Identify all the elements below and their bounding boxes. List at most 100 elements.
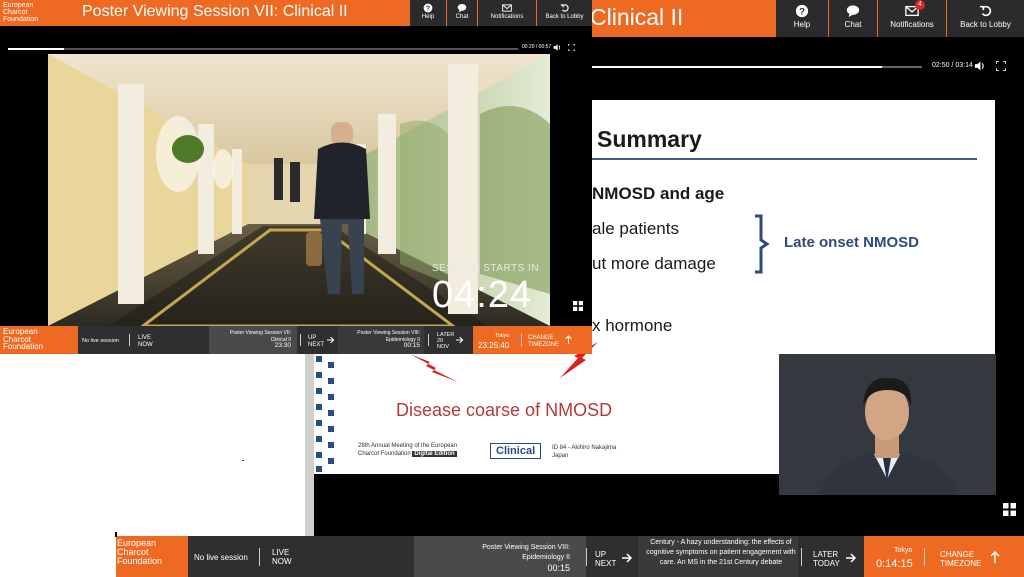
timezone-city: Tokyo xyxy=(495,333,510,339)
next-session-title: Poster Viewing Session VIII: xyxy=(357,330,420,336)
poster-preview: Disease coarse of NMOSD 28th Annual Meet… xyxy=(314,354,780,474)
nav-label: Chat xyxy=(455,14,469,20)
live-now-line: LIVE xyxy=(138,335,152,341)
fg-video-time: 00:20 / 00:57 xyxy=(522,44,552,50)
session-starts-label: SESSION STARTS IN xyxy=(432,263,540,274)
arrow-right-icon[interactable] xyxy=(622,553,633,563)
arrow-right-icon[interactable] xyxy=(327,336,335,344)
fg-page-title: Poster Viewing Session VII: Clinical II xyxy=(82,3,348,20)
poster-footer: 28th Annual Meeting of the European Char… xyxy=(358,442,457,458)
bg-logo: European Charcot Foundation xyxy=(116,536,188,577)
poster-footer-line: 28th Annual Meeting of the European xyxy=(358,443,458,449)
volume-icon[interactable] xyxy=(974,61,985,71)
bg-video-player[interactable]: 02:50 / 03:14 xyxy=(592,37,1024,100)
help-icon: ? xyxy=(795,4,809,18)
fg-notifications-button[interactable]: Notifications xyxy=(478,0,536,26)
lightning-icon xyxy=(410,354,458,382)
bg-change-timezone-button[interactable]: CHANGE TIMEZONE xyxy=(940,550,981,568)
poster-id-line: Japan xyxy=(552,453,569,459)
slide-bracket-label: Late onset NMOSD xyxy=(784,234,920,251)
poster-footer-digital: Digital Edition xyxy=(412,451,457,457)
bg-back-to-lobby-button[interactable]: Back to Lobby xyxy=(947,0,1024,37)
bg-later-today-link[interactable]: LATER TODAY xyxy=(813,550,840,568)
fg-change-timezone-button[interactable]: CHANGE TIMEZONE xyxy=(528,335,559,348)
later-today-line: LATER xyxy=(813,550,839,559)
bg-up-next-link[interactable]: UP NEXT xyxy=(595,550,616,568)
arrow-right-icon[interactable] xyxy=(846,553,857,563)
window-edge-mark xyxy=(115,532,117,537)
poster-title: Disease coarse of NMOSD xyxy=(396,400,613,420)
bg-schedule-bar: No live session LIVE NOW Poster Viewing … xyxy=(116,536,1024,577)
bg-notifications-button[interactable]: Notifications 4 xyxy=(878,0,946,37)
fg-logo-bottom: European Charcot Foundation xyxy=(0,326,78,354)
volume-icon[interactable] xyxy=(553,44,561,51)
divider xyxy=(300,334,301,346)
fg-schedule-bar: European Charcot Foundation No live sess… xyxy=(0,326,592,354)
grid-view-icon[interactable] xyxy=(1003,503,1016,516)
arrow-up-icon[interactable] xyxy=(990,551,1000,563)
bg-next-session[interactable]: Poster Viewing Session VIII: Epidemiolog… xyxy=(414,536,586,577)
grid-view-icon[interactable] xyxy=(573,301,583,311)
arrow-up-icon[interactable] xyxy=(565,335,572,344)
bg-page-title: Clinical II xyxy=(590,4,684,30)
divider xyxy=(259,548,260,566)
bg-help-button[interactable]: ? Help xyxy=(776,0,828,37)
bg-chat-button[interactable]: Chat xyxy=(829,0,877,37)
presenter-video-icon xyxy=(779,354,996,495)
divider xyxy=(428,334,429,346)
live-now-line: NOW xyxy=(138,341,153,348)
svg-text:?: ? xyxy=(426,6,430,13)
next-session-time: 00:15 xyxy=(403,342,420,349)
slide-heading: Summary xyxy=(597,126,702,152)
current-session-title: Poster Viewing Session VII: xyxy=(229,330,291,336)
fg-up-next-link[interactable]: UP NEXT xyxy=(308,335,324,348)
fg-chat-button[interactable]: Chat xyxy=(447,0,477,26)
fullscreen-icon[interactable] xyxy=(568,44,575,51)
next-session-title: Poster Viewing Session VIII: xyxy=(482,544,570,551)
poster-category-badge: Clinical xyxy=(490,443,542,459)
timezone-time: 23:25:40 xyxy=(478,341,510,350)
fg-next-session[interactable]: Poster Viewing Session VIII: Epidemiolog… xyxy=(338,326,424,354)
bg-slide: Summary NMOSD and age ale patients ut mo… xyxy=(592,100,995,354)
divider-dot xyxy=(242,460,244,461)
next-session-sub: Epidemiology II xyxy=(522,554,570,561)
later-line: NOV xyxy=(437,344,449,350)
mail-icon xyxy=(502,4,512,12)
svg-text:?: ? xyxy=(799,7,805,18)
notification-badge: 4 xyxy=(915,0,925,10)
change-tz-line: TIMEZONE xyxy=(528,341,559,348)
divider xyxy=(924,548,925,566)
bg-live-now-link[interactable]: LIVE NOW xyxy=(272,548,292,566)
timezone-time: 0:14:15 xyxy=(876,558,913,570)
bg-later-session[interactable]: Century - A hazy understanding: the effe… xyxy=(638,536,798,577)
back-icon xyxy=(979,5,991,17)
fullscreen-icon[interactable] xyxy=(996,61,1006,71)
logo-line: Foundation xyxy=(3,16,39,23)
change-tz-line: CHANGE xyxy=(940,550,975,559)
fg-live-now-link[interactable]: LIVE NOW xyxy=(138,335,153,348)
fg-live-status: No live session xyxy=(82,338,119,344)
poster-id: ID 84 - Akihiro Nakajima Japan xyxy=(552,444,616,460)
fg-back-to-lobby-button[interactable]: Back to Lobby xyxy=(537,0,592,26)
live-now-line: LIVE xyxy=(272,548,290,557)
logo-line: Foundation xyxy=(117,556,163,566)
slide-line: NMOSD and age xyxy=(592,184,725,203)
fg-current-session[interactable]: Poster Viewing Session VII: Clinical II … xyxy=(209,326,297,354)
up-next-line: NEXT xyxy=(595,559,617,568)
bg-video-time: 02:50 / 03:14 xyxy=(932,62,973,69)
bg-timezone-panel: Tokyo 0:14:15 CHANGE TIMEZONE xyxy=(864,536,1024,577)
bg-video-progress[interactable] xyxy=(592,66,922,68)
chat-icon xyxy=(457,3,467,13)
timezone-city: Tokyo xyxy=(894,547,913,554)
later-today-line: TODAY xyxy=(813,559,840,568)
next-session-time: 00:15 xyxy=(547,563,570,573)
divider xyxy=(586,548,587,566)
bg-stage-margin xyxy=(995,100,1024,354)
arrow-right-icon[interactable] xyxy=(456,336,464,344)
fg-video-progress[interactable] xyxy=(8,48,518,50)
bg-video-progress-fill xyxy=(592,66,883,68)
logo-line: Charcot xyxy=(3,9,28,16)
slide-line: ut more damage xyxy=(592,254,716,273)
fg-later-link[interactable]: LATER 20 NOV xyxy=(437,332,454,350)
fg-help-button[interactable]: ? Help xyxy=(410,0,446,26)
